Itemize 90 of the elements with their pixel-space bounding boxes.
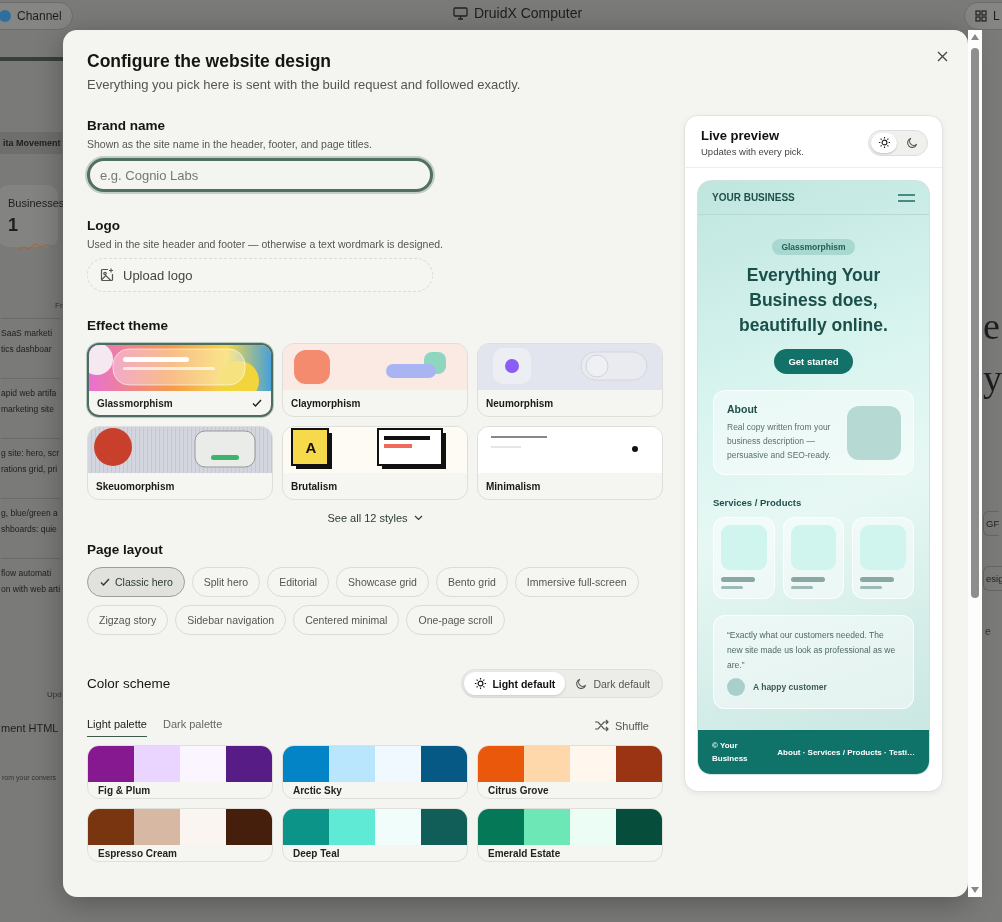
layout-chip[interactable]: Showcase grid [336, 567, 429, 597]
author-name: A happy customer [753, 682, 827, 692]
footer-brand: © Your Business [712, 740, 749, 765]
brand-name-field[interactable]: e.g. Cognio Labs [87, 158, 433, 192]
palette-card[interactable]: Arctic Sky [282, 745, 468, 799]
layout-chip[interactable]: Bento grid [435, 567, 508, 597]
theme-card[interactable]: A Brutalism [282, 426, 468, 500]
theme-card[interactable]: Glassmorphism [87, 343, 273, 417]
see-all-styles-button[interactable]: See all 12 styles [323, 510, 427, 526]
card-text: Real copy written from your business description — persuasive and SEO-ready. [727, 421, 832, 462]
list-item[interactable]: g site: hero, scr rations grid, pri [1, 438, 61, 494]
panel-subtitle: Updates with every pick. [701, 146, 804, 157]
scrollbar[interactable] [968, 30, 982, 897]
app-title: DruidX Computer [474, 5, 583, 21]
section-heading: Logo [87, 218, 121, 233]
theme-badge: Glassmorphism [772, 239, 855, 255]
dialog-title: Configure the website design [87, 51, 333, 72]
menu-icon [898, 193, 915, 202]
tile-letter: A [304, 437, 318, 458]
avatar [727, 678, 745, 696]
moon-icon [575, 677, 589, 690]
stat-value: 1 [8, 215, 18, 236]
palette-card[interactable]: Deep Teal [282, 808, 468, 862]
palette-card[interactable]: Fig & Plum [87, 745, 273, 799]
monitor-icon [453, 6, 468, 20]
section-heading: Page layout [87, 542, 164, 557]
image-add-icon [100, 268, 114, 282]
check-icon [251, 397, 263, 409]
layout-chip[interactable]: Editorial [267, 567, 330, 597]
hero-letter: y [983, 358, 1002, 398]
layout-chip[interactable]: Zigzag story [87, 605, 169, 635]
upload-logo-button[interactable]: Upload logo [87, 258, 433, 292]
layout-chip[interactable]: Immersive full-screen [514, 567, 639, 597]
chevron-down-icon [413, 515, 423, 521]
palette-tab[interactable]: Light palette [87, 714, 147, 737]
theme-card[interactable]: Claymorphism [282, 343, 468, 417]
palette-card[interactable]: Espresso Cream [87, 808, 273, 862]
layout-chip[interactable]: One-page scroll [406, 605, 505, 635]
close-icon [936, 50, 948, 62]
moon-icon [905, 136, 919, 149]
card-title: About [727, 403, 759, 415]
list-item[interactable]: apid web artifa marketing site [1, 378, 61, 434]
layout-chip[interactable]: Split hero [191, 567, 261, 597]
image-placeholder [847, 405, 901, 460]
scroll-down-icon[interactable] [971, 887, 979, 893]
section-heading: Brand name [87, 118, 167, 133]
banner: ita Movement [0, 132, 62, 154]
channel-button[interactable]: Channel [0, 2, 73, 30]
site-brand: YOUR BUSINESS [712, 192, 795, 203]
scroll-up-icon[interactable] [971, 34, 979, 40]
grid-icon [975, 10, 987, 22]
palette-tab[interactable]: Dark palette [162, 714, 223, 737]
light-mode-button[interactable] [871, 132, 897, 153]
shuffle-icon [593, 719, 609, 732]
stat-label: Businesses [8, 197, 65, 209]
chip[interactable]: GF [983, 511, 1000, 536]
sun-icon [877, 136, 891, 149]
layout-button[interactable]: L [964, 2, 1002, 30]
shuffle-button[interactable]: Shuffle [587, 718, 655, 733]
theme-card[interactable]: Skeuomorphism [87, 426, 273, 500]
check-icon [99, 576, 111, 588]
document-title: ment HTML [1, 722, 59, 734]
dialog-subtitle: Everything you pick here is sent with the build request and followed exactly. [87, 77, 522, 92]
palette-card[interactable]: Citrus Grove [477, 745, 663, 799]
hero-letter: e [983, 306, 1000, 346]
globe-icon [0, 10, 11, 22]
note-text: e [985, 626, 991, 637]
panel-title: Live preview [701, 128, 781, 143]
layout-chip[interactable]: Classic hero [87, 567, 185, 597]
section-heading: Color scheme [87, 676, 171, 691]
design-button[interactable]: esig [983, 566, 1002, 591]
list-item[interactable]: g, blue/green a shboards: quie [1, 498, 61, 554]
mode-option[interactable]: Dark default [565, 672, 660, 695]
hint-text: Used in the site header and footer — otherwise a text wordmark is designed. [87, 238, 445, 250]
footer-links: About · Services / Products · Testi… [777, 747, 915, 757]
theme-card[interactable]: Minimalism [477, 426, 663, 500]
sun-icon [474, 677, 488, 690]
get-started-button[interactable]: Get started [774, 349, 853, 374]
list-item[interactable]: flow automati on with web arti [1, 558, 61, 614]
palette-card[interactable]: Emerald Estate [477, 808, 663, 862]
quote-text: “Exactly what our customers needed. The new site made us look as professional as we are.” [727, 629, 897, 672]
hint-text: Shown as the site name in the header, footer, and page titles. [87, 138, 373, 150]
list-item[interactable]: SaaS marketi tics dashboar [1, 318, 61, 374]
hero-headline: Everything Your Business does, beautifully online. [738, 264, 889, 337]
mode-option[interactable]: Light default [464, 672, 566, 695]
layout-chip[interactable]: Sidebar navigation [175, 605, 287, 635]
layout-chip[interactable]: Centered minimal [293, 605, 400, 635]
theme-card[interactable]: Neumorphism [477, 343, 663, 417]
section-title: Services / Products [713, 497, 803, 508]
section-heading: Effect theme [87, 318, 170, 333]
